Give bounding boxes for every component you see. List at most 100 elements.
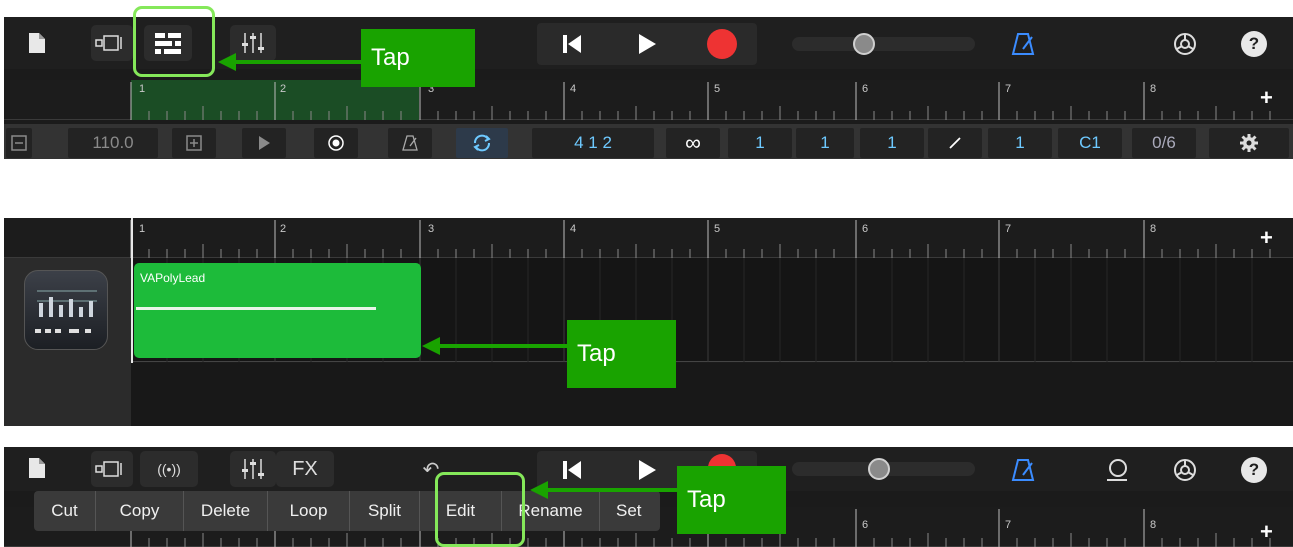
my-songs-icon[interactable] — [24, 455, 50, 481]
highlight-tracks-view-button — [133, 6, 215, 77]
play-button[interactable] — [622, 27, 672, 61]
bar-number: 3 — [428, 223, 435, 235]
help-button[interactable]: ? — [1239, 455, 1269, 485]
browser-view-icon — [95, 461, 122, 477]
help-icon: ? — [1241, 31, 1267, 57]
metronome-icon — [402, 135, 418, 151]
mixer-icon — [242, 459, 264, 479]
tap-annotation-2: Tap — [567, 320, 676, 388]
live-loops-button[interactable]: ((•)) — [140, 451, 198, 487]
menu-item-delete[interactable]: Delete — [184, 491, 268, 531]
menu-item-loop[interactable]: Loop — [268, 491, 350, 531]
loop-length-infinite[interactable]: ∞ — [666, 128, 720, 158]
song-settings-button[interactable] — [1170, 455, 1200, 485]
bar-number: 2 — [280, 223, 287, 235]
bar-number: 1 — [139, 83, 146, 95]
volume-knob[interactable] — [868, 458, 890, 480]
value-field-1[interactable]: 1 — [728, 128, 792, 158]
count-field[interactable]: 0/6 — [1132, 128, 1196, 158]
mixer-button[interactable] — [230, 451, 276, 487]
bar-number: 5 — [714, 83, 721, 95]
metronome-icon — [1011, 459, 1035, 481]
arrow-icon — [530, 481, 678, 499]
menu-item-cut[interactable]: Cut — [34, 491, 96, 531]
play-icon — [639, 34, 656, 54]
skip-back-icon — [563, 35, 581, 53]
value-field-4[interactable]: 1 — [988, 128, 1052, 158]
add-section-button[interactable]: + — [1260, 85, 1273, 111]
playhead[interactable] — [131, 218, 133, 363]
arrow-icon — [422, 337, 570, 355]
tempo-increase-button[interactable] — [172, 128, 216, 158]
bar-number: 5 — [714, 223, 721, 235]
bar-number: 8 — [1150, 83, 1157, 95]
ruler-ticks — [130, 82, 1271, 120]
browser-view-icon — [95, 35, 122, 51]
region-vapolylead[interactable]: VAPolyLead — [134, 263, 421, 358]
preview-play-button[interactable] — [242, 128, 286, 158]
help-icon: ? — [1241, 457, 1267, 483]
control-bar: 110.0 4 1 2 ∞ 1 1 1 1 C1 0/6 — [4, 124, 1293, 159]
playhead-position[interactable]: 4 1 2 — [532, 128, 654, 158]
bar-number: 7 — [1005, 83, 1012, 95]
master-volume-slider[interactable] — [792, 33, 975, 55]
bar-number: 4 — [570, 83, 577, 95]
infinity-icon: ∞ — [685, 130, 701, 155]
record-target-icon — [328, 135, 344, 151]
menu-item-copy[interactable]: Copy — [96, 491, 184, 531]
bar-number: 8 — [1150, 519, 1157, 531]
minus-icon — [11, 135, 27, 151]
pencil-button[interactable] — [928, 128, 982, 158]
loop-icon — [1107, 459, 1127, 481]
cycle-toggle[interactable] — [456, 128, 508, 158]
highlight-edit-menu-item — [435, 472, 525, 547]
pencil-icon — [949, 137, 961, 149]
menu-item-split[interactable]: Split — [350, 491, 420, 531]
my-songs-icon[interactable] — [24, 29, 50, 57]
volume-knob[interactable] — [853, 33, 875, 55]
help-button[interactable]: ? — [1239, 29, 1269, 59]
bar-number: 7 — [1005, 519, 1012, 531]
metronome-button[interactable] — [1008, 29, 1038, 59]
control-bar-settings-button[interactable] — [1209, 128, 1289, 158]
region-name: VAPolyLead — [140, 271, 206, 285]
tap-annotation-1: Tap — [361, 29, 475, 87]
tempo-decrease-button[interactable] — [6, 128, 32, 158]
tempo-field[interactable]: 110.0 — [68, 128, 158, 158]
transport-controls — [537, 23, 757, 65]
fx-button[interactable]: FX — [276, 451, 334, 487]
record-button[interactable] — [697, 27, 747, 61]
plus-icon — [186, 135, 202, 151]
loop-browser-button[interactable] — [1102, 455, 1132, 485]
bar-number: 7 — [1005, 223, 1012, 235]
add-section-button[interactable]: + — [1260, 225, 1273, 251]
go-to-beginning-button[interactable] — [547, 27, 597, 61]
song-settings-button[interactable] — [1170, 29, 1200, 59]
metronome-button[interactable] — [1008, 455, 1038, 485]
tap-annotation-3: Tap — [677, 466, 786, 534]
count-in-button[interactable] — [314, 128, 358, 158]
gear-icon — [1174, 33, 1196, 55]
master-volume-slider[interactable] — [792, 458, 975, 480]
track-header[interactable] — [4, 258, 131, 426]
ruler[interactable]: 1 2 3 4 5 6 7 8 + — [4, 80, 1293, 120]
play-icon — [259, 136, 270, 150]
bar-number: 1 — [139, 223, 146, 235]
view-switch-button[interactable] — [91, 25, 133, 61]
synth-instrument-icon[interactable] — [24, 270, 108, 350]
add-section-button[interactable]: + — [1260, 519, 1273, 545]
empty-track-area[interactable] — [131, 363, 1293, 426]
cycle-icon — [473, 134, 491, 152]
key-field[interactable]: C1 — [1058, 128, 1122, 158]
bar-number: 8 — [1150, 223, 1157, 235]
value-field-2[interactable]: 1 — [796, 128, 854, 158]
arrow-icon — [218, 53, 366, 71]
metronome-toggle[interactable] — [388, 128, 432, 158]
metronome-icon — [1011, 33, 1035, 55]
view-switch-button[interactable] — [91, 451, 133, 487]
value-field-3[interactable]: 1 — [860, 128, 924, 158]
ruler[interactable]: 1 2 3 4 5 6 7 8 + — [4, 218, 1293, 258]
bar-number: 4 — [570, 223, 577, 235]
bar-number: 2 — [280, 83, 287, 95]
record-icon — [707, 29, 737, 59]
